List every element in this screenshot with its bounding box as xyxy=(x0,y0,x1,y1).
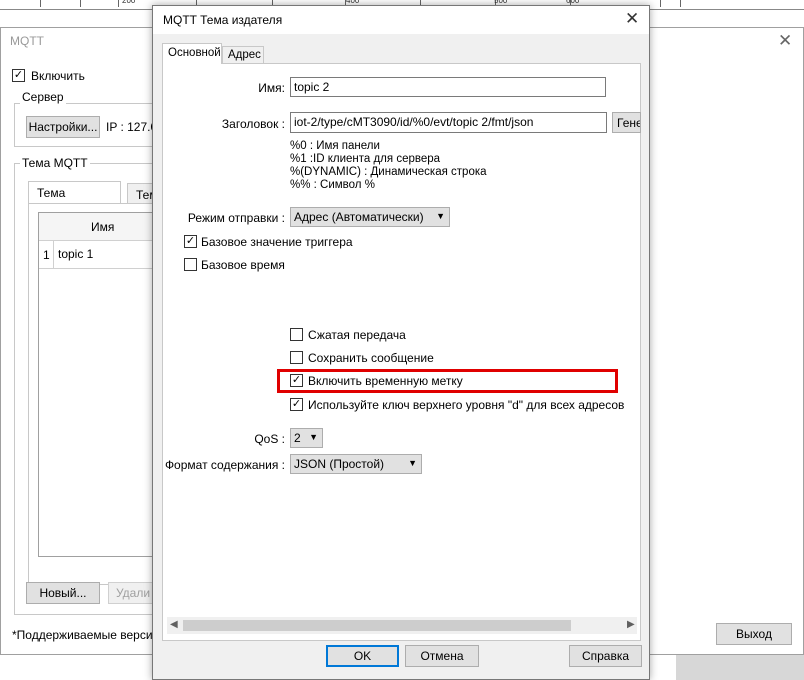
help-button[interactable]: Справка xyxy=(569,645,642,667)
base-time-checkbox[interactable] xyxy=(184,258,197,271)
format-select[interactable]: JSON (Простой) ▼ xyxy=(290,454,422,474)
scroll-left-icon[interactable]: ◀ xyxy=(170,619,178,630)
dkey-label: Используйте ключ верхнего уровня "d" для… xyxy=(308,398,625,412)
qos-select[interactable]: 2 ▼ xyxy=(290,428,323,448)
ok-button[interactable]: OK xyxy=(326,645,399,667)
cancel-button[interactable]: Отмена xyxy=(405,645,479,667)
hint-client-id: %1 :ID клиента для сервера xyxy=(290,153,441,165)
timestamp-label: Включить временную метку xyxy=(308,374,463,388)
column-header-name[interactable]: Имя xyxy=(91,220,114,234)
hint-dynamic: %(DYNAMIC) : Динамическая строка xyxy=(290,166,487,178)
header-input[interactable]: iot-2/type/cMT3090/id/%0/evt/topic 2/fmt… xyxy=(290,112,607,133)
mqtt-window-title: MQTT xyxy=(10,34,44,48)
ruler-tick xyxy=(118,0,119,7)
trigger-label: Базовое значение триггера xyxy=(201,235,353,249)
server-ip: IP : 127.0 xyxy=(106,120,158,134)
send-mode-label: Режим отправки : xyxy=(187,211,285,225)
background-strip xyxy=(676,655,804,680)
header-label: Заголовок : xyxy=(221,117,285,131)
compress-label: Сжатая передача xyxy=(308,328,406,342)
horizontal-scrollbar[interactable]: ◀ ▶ xyxy=(167,617,637,634)
ruler-tick xyxy=(660,0,661,7)
row-name: topic 1 xyxy=(58,247,94,261)
name-input[interactable]: topic 2 xyxy=(290,77,606,97)
name-label: Имя: xyxy=(258,81,285,95)
ruler-tick xyxy=(80,0,81,7)
separator xyxy=(175,418,639,419)
separator xyxy=(175,316,639,317)
dialog-title: MQTT Тема издателя xyxy=(163,13,283,27)
enable-label: Включить xyxy=(31,69,85,83)
tab-address[interactable]: Адрес xyxy=(222,46,264,64)
chevron-down-icon: ▼ xyxy=(436,211,445,221)
delete-button[interactable]: Удали xyxy=(108,582,158,604)
exit-button[interactable]: Выход xyxy=(716,623,792,645)
separator xyxy=(175,197,639,198)
tab-publisher-topic[interactable]: Тема издателя xyxy=(28,181,121,214)
chevron-down-icon: ▼ xyxy=(408,458,417,468)
hint-percent: %% : Символ % xyxy=(290,179,375,191)
base-time-label: Базовое время xyxy=(201,258,285,272)
format-value: JSON (Простой) xyxy=(294,457,385,471)
footer-note: *Поддерживаемые версии xyxy=(12,628,160,642)
send-mode-select[interactable]: Адрес (Автоматически) ▼ xyxy=(290,207,450,227)
scroll-right-icon[interactable]: ▶ xyxy=(627,619,635,630)
separator xyxy=(175,102,639,103)
hint-panel-name: %0 : Имя панели xyxy=(290,140,380,152)
format-label: Формат содержания : xyxy=(164,458,285,472)
new-button[interactable]: Новый... xyxy=(26,582,100,604)
generate-button[interactable]: Гене xyxy=(612,112,641,133)
ruler-tick xyxy=(40,0,41,7)
row-index: 1 xyxy=(43,248,50,262)
send-mode-value: Адрес (Автоматически) xyxy=(294,210,424,224)
tab-main[interactable]: Основной xyxy=(162,43,222,64)
settings-button[interactable]: Настройки... xyxy=(26,116,100,138)
retain-checkbox[interactable] xyxy=(290,351,303,364)
timestamp-checkbox[interactable]: ✓ xyxy=(290,374,303,387)
dkey-checkbox[interactable]: ✓ xyxy=(290,398,303,411)
publisher-dialog: MQTT Тема издателя ✕ Основной Адрес Имя:… xyxy=(152,5,650,680)
ruler-tick xyxy=(680,0,681,7)
enable-checkbox[interactable]: ✓ xyxy=(12,69,25,82)
close-icon[interactable]: ✕ xyxy=(778,31,792,51)
chevron-down-icon: ▼ xyxy=(309,432,318,442)
scrollbar-thumb[interactable] xyxy=(183,620,571,631)
retain-label: Сохранить сообщение xyxy=(308,351,434,365)
server-group-label: Сервер xyxy=(20,90,66,104)
close-icon[interactable]: ✕ xyxy=(625,9,639,29)
compress-checkbox[interactable] xyxy=(290,328,303,341)
trigger-checkbox[interactable]: ✓ xyxy=(184,235,197,248)
qos-label: QoS : xyxy=(254,432,285,446)
ruler-label: 200 xyxy=(122,0,136,5)
column-divider xyxy=(53,241,54,269)
qos-value: 2 xyxy=(294,431,301,445)
topic-group-label: Тема MQTT xyxy=(20,156,90,170)
